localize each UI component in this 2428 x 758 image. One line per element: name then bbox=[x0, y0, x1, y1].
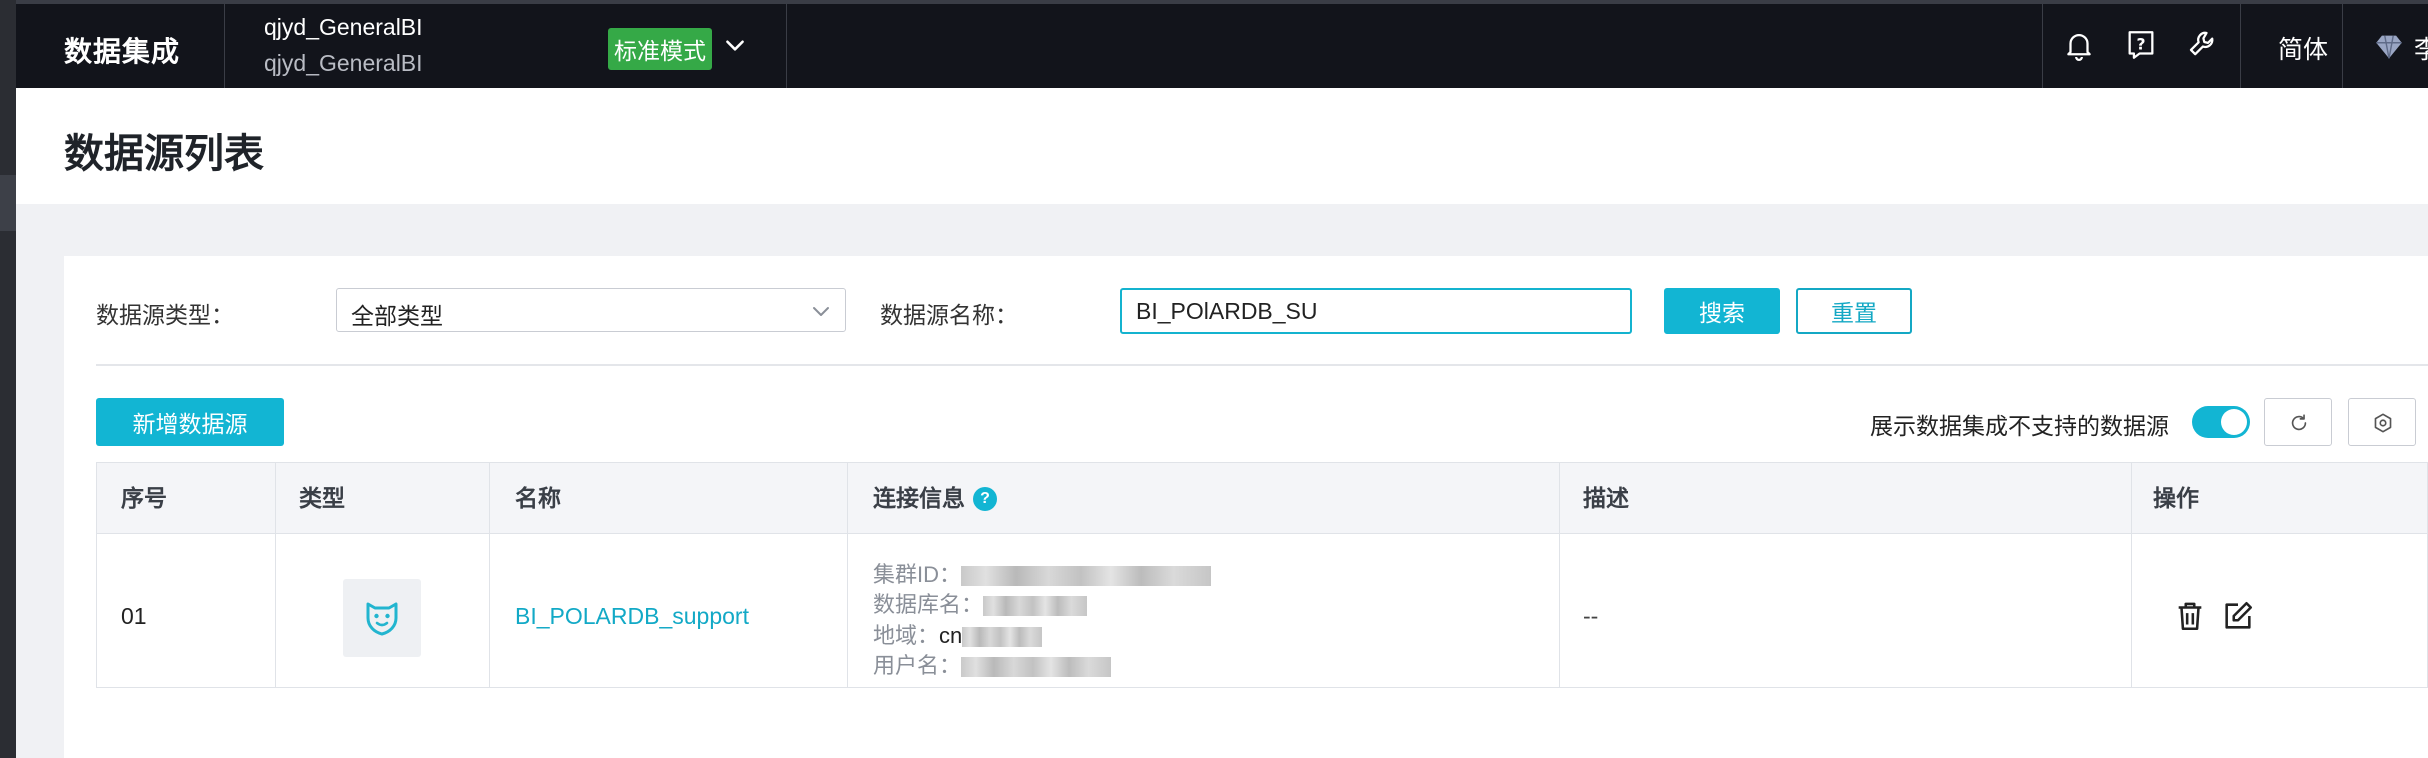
column-divider bbox=[847, 463, 848, 687]
bell-icon[interactable] bbox=[2062, 28, 2096, 62]
topbar-divider bbox=[2042, 4, 2043, 88]
chevron-down-icon[interactable] bbox=[722, 32, 748, 58]
column-divider bbox=[2131, 463, 2132, 687]
search-button[interactable]: 搜索 bbox=[1664, 288, 1780, 334]
add-datasource-button[interactable]: 新增数据源 bbox=[96, 398, 284, 446]
type-icon-box bbox=[343, 579, 421, 657]
user-diamond-icon[interactable] bbox=[2372, 30, 2406, 64]
datasource-name-link[interactable]: BI_POLARDB_support bbox=[515, 603, 749, 630]
show-unsupported-toggle[interactable] bbox=[2192, 406, 2250, 438]
col-header-desc: 描述 bbox=[1583, 485, 1629, 511]
redacted-cluster-id bbox=[961, 566, 1212, 587]
question-icon[interactable]: ? bbox=[973, 487, 997, 511]
help-icon[interactable]: ? bbox=[2124, 28, 2158, 62]
name-search-input[interactable] bbox=[1120, 288, 1632, 334]
redacted-region bbox=[962, 627, 1043, 648]
conn-user-label: 用户名： bbox=[873, 653, 962, 678]
polardb-icon bbox=[366, 602, 398, 636]
conn-region: 地域：cn bbox=[873, 618, 1043, 650]
topbar-divider bbox=[224, 4, 225, 88]
top-bar: 数据集成 qjyd_GeneralBI qjyd_GeneralBI 标准模式 … bbox=[16, 0, 2428, 88]
left-nav-active-mark bbox=[0, 175, 16, 231]
filter-divider bbox=[96, 364, 2428, 366]
brand-title: 数据集成 bbox=[64, 36, 181, 67]
col-header-type: 类型 bbox=[299, 485, 345, 511]
trash-icon[interactable] bbox=[2173, 599, 2207, 633]
topbar-divider bbox=[2342, 4, 2343, 88]
user-name[interactable]: 李 bbox=[2414, 30, 2428, 66]
workspace-subname: qjyd_GeneralBI bbox=[264, 50, 423, 76]
datasource-card: 数据源类型： 全部类型 数据源名称： 搜索 重置 新增数据源 展示数据集成不支持… bbox=[64, 256, 2428, 758]
column-divider bbox=[489, 463, 490, 687]
mode-badge[interactable]: 标准模式 bbox=[608, 28, 712, 70]
type-select[interactable]: 全部类型 bbox=[336, 288, 846, 332]
datasource-table: 序号 类型 名称 连接信息 ? 描述 操作 01 BI_POLARDB_supp… bbox=[96, 462, 2428, 688]
svg-text:?: ? bbox=[2136, 35, 2145, 53]
col-header-actions: 操作 bbox=[2153, 485, 2199, 511]
conn-database: 数据库名： bbox=[873, 587, 1088, 619]
col-header-index: 序号 bbox=[121, 485, 167, 511]
refresh-button[interactable] bbox=[2264, 398, 2332, 446]
column-divider bbox=[1559, 463, 1560, 687]
col-header-name: 名称 bbox=[515, 485, 561, 511]
wrench-icon[interactable] bbox=[2186, 28, 2220, 62]
toggle-label: 展示数据集成不支持的数据源 bbox=[1870, 413, 2169, 439]
conn-region-value: cn bbox=[939, 623, 963, 648]
row-description: -- bbox=[1583, 603, 1599, 629]
topbar-divider bbox=[786, 4, 787, 88]
left-nav-strip bbox=[0, 0, 16, 758]
page-title: 数据源列表 bbox=[64, 132, 264, 176]
row-index: 01 bbox=[121, 603, 147, 629]
gear-icon bbox=[2374, 413, 2392, 433]
settings-button[interactable] bbox=[2348, 398, 2416, 446]
col-header-connection: 连接信息 bbox=[873, 485, 965, 511]
refresh-icon bbox=[2291, 414, 2307, 431]
reset-button[interactable]: 重置 bbox=[1796, 288, 1912, 334]
conn-user: 用户名： bbox=[873, 648, 1112, 680]
type-filter-label: 数据源类型： bbox=[96, 302, 234, 328]
conn-cluster-label: 集群ID： bbox=[873, 562, 962, 587]
column-divider bbox=[275, 463, 276, 687]
type-select-value: 全部类型 bbox=[351, 303, 443, 329]
redacted-db-name bbox=[983, 596, 1088, 617]
page-title-bar: 数据源列表 bbox=[16, 88, 2428, 204]
conn-db-label: 数据库名： bbox=[873, 592, 984, 617]
conn-cluster: 集群ID： bbox=[873, 557, 1212, 589]
workspace-name[interactable]: qjyd_GeneralBI bbox=[264, 14, 423, 41]
topbar-divider bbox=[2240, 4, 2241, 88]
redacted-user bbox=[961, 657, 1112, 678]
table-header: 序号 类型 名称 连接信息 ? 描述 操作 bbox=[97, 463, 2427, 534]
toggle-knob bbox=[2221, 409, 2247, 435]
chevron-down-icon bbox=[813, 307, 829, 316]
edit-icon[interactable] bbox=[2221, 599, 2255, 633]
language-switch[interactable]: 简体 bbox=[2278, 30, 2328, 66]
name-filter-label: 数据源名称： bbox=[880, 302, 1018, 328]
conn-region-label: 地域： bbox=[873, 623, 940, 648]
